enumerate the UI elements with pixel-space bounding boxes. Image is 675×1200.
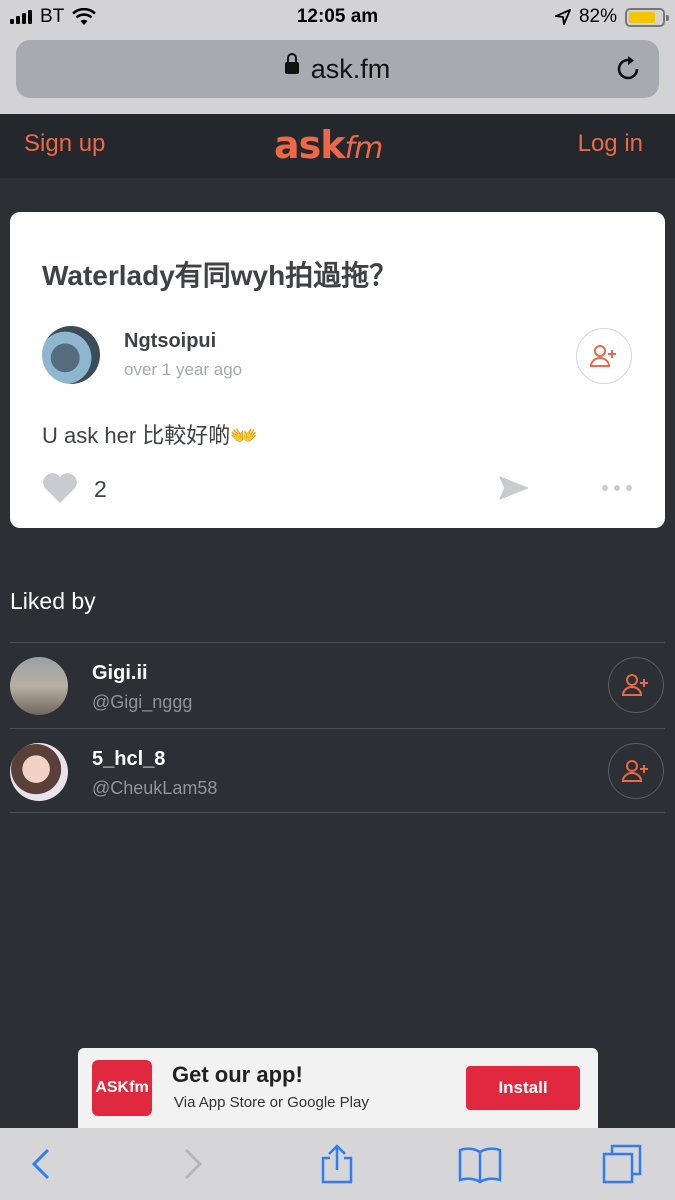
book-icon[interactable]	[458, 1142, 502, 1186]
logo-main: ASK	[274, 123, 346, 167]
user-name[interactable]: Gigi.ii	[92, 662, 148, 685]
heart-icon[interactable]	[42, 472, 78, 504]
follow-button[interactable]	[608, 657, 664, 713]
author-avatar[interactable]	[42, 326, 100, 384]
divider	[10, 728, 665, 729]
install-button[interactable]: Install	[466, 1066, 580, 1110]
battery-icon	[625, 7, 669, 27]
location-icon	[554, 9, 571, 25]
avatar[interactable]	[10, 743, 68, 801]
user-name[interactable]: 5_hcl_8	[92, 748, 165, 771]
chevron-right-icon[interactable]	[170, 1142, 214, 1186]
add-user-icon	[589, 345, 616, 367]
like-count[interactable]: 2	[94, 476, 107, 503]
url-display[interactable]: ask.fm	[16, 52, 659, 85]
follow-author-button[interactable]	[576, 328, 632, 384]
avatar[interactable]	[10, 657, 68, 715]
share-icon[interactable]	[498, 474, 530, 502]
app-banner-title: Get our app!	[172, 1062, 303, 1087]
divider	[10, 642, 665, 643]
divider	[10, 812, 665, 813]
more-icon[interactable]	[600, 482, 634, 494]
url-text: ask.fm	[310, 54, 391, 84]
answer-card: Waterlady有同wyh拍過拖？ Ngtsoipui over 1 year…	[10, 212, 665, 528]
user-handle: @Gigi_nggg	[92, 692, 193, 712]
status-right: 82%	[554, 6, 669, 28]
reload-icon[interactable]	[613, 54, 643, 84]
app-logo: ASKfm	[92, 1060, 152, 1116]
chevron-left-icon[interactable]	[20, 1142, 64, 1186]
share-icon[interactable]	[315, 1142, 359, 1186]
add-user-icon	[621, 760, 648, 782]
question-text: Waterlady有同wyh拍過拖？	[42, 260, 398, 291]
author-timestamp: over 1 year ago	[124, 360, 243, 379]
site-header: Sign up ASKfm Log in	[0, 114, 675, 178]
login-link[interactable]: Log in	[578, 130, 643, 158]
battery-percent: 82%	[578, 6, 617, 27]
logo-suffix: fm	[344, 131, 384, 166]
signup-link[interactable]: Sign up	[24, 130, 105, 158]
browser-toolbar	[0, 1128, 675, 1200]
askfm-logo[interactable]: ASKfm	[274, 123, 384, 167]
app-install-banner: ASKfm Get our app! Via App Store or Goog…	[78, 1048, 598, 1128]
follow-button[interactable]	[608, 743, 664, 799]
url-bar[interactable]: ask.fm	[16, 40, 659, 98]
browser-url-area: ask.fm	[0, 34, 675, 114]
answer-text: U ask her 比較好啲👐	[42, 423, 258, 448]
author-name[interactable]: Ngtsoipui	[124, 330, 216, 353]
status-bar: BT 12:05 am 82%	[0, 0, 675, 34]
app-banner-subtitle: Via App Store or Google Play	[174, 1094, 369, 1111]
liked-by-title: Liked by	[10, 588, 96, 614]
tabs-icon[interactable]	[600, 1142, 644, 1186]
add-user-icon	[621, 674, 648, 696]
lock-icon	[284, 52, 299, 74]
user-handle: @CheukLam58	[92, 778, 218, 798]
